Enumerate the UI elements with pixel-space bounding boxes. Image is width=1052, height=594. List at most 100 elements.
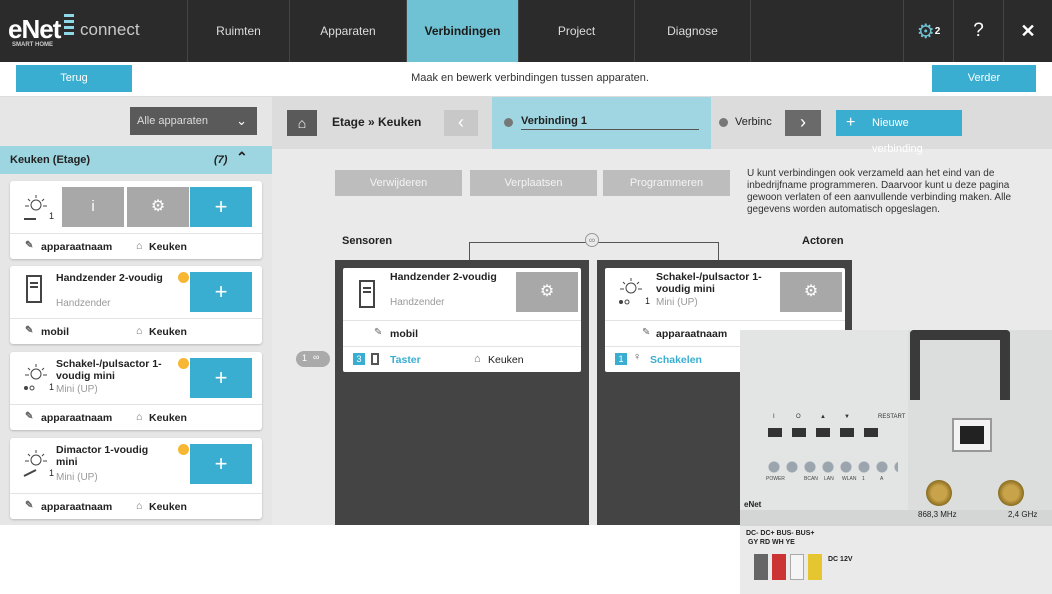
add-device-button[interactable]: + [190, 187, 252, 227]
button-label: ▼ [844, 414, 850, 420]
device-card[interactable]: 1 i ⚙ + ✎ apparaatnaam ⌂ Keuken [10, 181, 262, 259]
device-list-panel: Alle apparaten ⌄ Keuken (Etage) (7) ⌃ 1 … [0, 97, 272, 525]
home-icon: ⌂ [136, 411, 143, 423]
new-connection-button[interactable]: + Nieuwe verbinding [836, 110, 962, 155]
connection-name-input[interactable]: Verbinding 1 [521, 115, 699, 130]
plus-icon: + [214, 365, 228, 390]
chevron-left-icon: ‹ [458, 112, 464, 132]
led-label: 1 [862, 476, 865, 482]
sensor-name-row: ✎ mobil [343, 320, 581, 346]
sensor-column: Handzender 2-voudig Handzender ⚙ ✎ mobil… [335, 260, 589, 525]
led-label: LAN [824, 476, 834, 482]
tab-label: Verbinc [735, 116, 772, 128]
device-room: Keuken [149, 412, 187, 424]
button-down [840, 428, 854, 437]
home-button[interactable]: ⌂ [287, 110, 317, 136]
chevron-right-icon: › [800, 112, 806, 132]
device-handle [910, 330, 1010, 400]
sensor-function: Taster [390, 354, 421, 366]
device-filter-dropdown[interactable]: Alle apparaten ⌄ [130, 107, 257, 135]
program-button[interactable]: Programmeren [603, 170, 730, 196]
device-card[interactable]: 1 Dimactor 1-voudig mini Mini (UP) + ✎ a… [10, 438, 262, 519]
actor-subtitle: Mini (UP) [656, 297, 698, 308]
lamp-icon [619, 278, 642, 305]
group-header[interactable]: Keuken (Etage) (7) ⌃ [0, 146, 272, 174]
led-label: POWER [766, 476, 785, 482]
nav-apparaten[interactable]: Apparaten [289, 0, 406, 62]
nav-spacer [750, 0, 903, 62]
device-card[interactable]: Handzender 2-voudig Handzender + ✎ mobil… [10, 266, 262, 344]
nav-ruimten[interactable]: Ruimten [187, 0, 289, 62]
device-subtitle: Mini (UP) [56, 472, 98, 483]
next-button[interactable]: Verder [932, 65, 1036, 92]
actor-name: apparaatnaam [656, 328, 728, 340]
tag-icon: ✎ [374, 327, 383, 338]
device-name: apparaatnaam [41, 412, 113, 424]
channel-badge: 3 [353, 353, 365, 365]
add-device-button[interactable]: + [190, 444, 252, 484]
status-dot [178, 444, 189, 455]
status-dot-icon [719, 118, 728, 127]
next-connection-button[interactable]: › [785, 110, 821, 136]
led-labels: POWER BCAN LAN WLAN 1 A [766, 476, 916, 486]
button-i [768, 428, 782, 437]
dimmer-icon [23, 450, 47, 477]
nav-verbindingen[interactable]: Verbindingen [406, 0, 518, 62]
gear-icon: ⚙ [916, 20, 935, 43]
enet-logo: eNet connect SMART HOME [8, 10, 188, 52]
status-dot [178, 272, 189, 283]
group-title: Keuken (Etage) [10, 154, 91, 166]
add-device-button[interactable]: + [190, 358, 252, 398]
device-card[interactable]: 1 Schakel-/pulsactor 1-voudig mini Mini … [10, 352, 262, 430]
channel-badge: 1 [615, 353, 627, 365]
settings-button[interactable]: ⚙ 2 [903, 0, 953, 62]
prev-connection-button[interactable]: ‹ [444, 110, 478, 136]
new-connection-label: Nieuwe verbinding [872, 117, 923, 155]
actor-settings-button[interactable]: ⚙ [780, 272, 842, 312]
led-label: BCAN [804, 476, 818, 482]
device-name: apparaatnaam [41, 241, 113, 253]
link-count-badge[interactable]: 1 ∞ [296, 351, 330, 367]
led-label: A [880, 476, 884, 482]
info-button[interactable]: i [62, 187, 124, 227]
nav-project[interactable]: Project [518, 0, 634, 62]
channel-number: 1 [49, 382, 55, 392]
tab-verbinding-1[interactable]: Verbinding 1 [492, 97, 711, 149]
help-button[interactable]: ? [953, 0, 1003, 62]
gear-icon: ⚙ [803, 283, 819, 300]
nav-diagnose[interactable]: Diagnose [634, 0, 750, 62]
gear-icon: ⚙ [150, 198, 166, 215]
sensor-channel-row[interactable]: 3 Taster ⌂ Keuken [343, 346, 581, 372]
device-room: Keuken [149, 241, 187, 253]
back-button[interactable]: Terug [16, 65, 132, 92]
sensor-subtitle: Handzender [390, 297, 445, 308]
gear-icon: ⚙ [539, 283, 555, 300]
home-icon: ⌂ [297, 115, 307, 131]
tag-icon: ✎ [25, 411, 34, 422]
actors-heading: Actoren [802, 235, 844, 247]
delete-button[interactable]: Verwijderen [335, 170, 462, 196]
device-title: Dimactor 1-voudig mini [56, 444, 149, 468]
home-icon: ⌂ [136, 240, 143, 252]
device-name: apparaatnaam [41, 501, 113, 513]
link-count: 1 [302, 353, 308, 363]
connection-tab-bar: ⌂ Etage » Keuken ‹ Verbinding 1 Verbinc … [272, 97, 1052, 155]
tab-verbinding-2[interactable]: Verbinc [719, 110, 779, 136]
move-button[interactable]: Verplaatsen [470, 170, 597, 196]
home-icon: ⌂ [136, 500, 143, 512]
chevron-up-icon: ⌃ [236, 149, 248, 165]
add-device-button[interactable]: + [190, 272, 252, 312]
sensor-settings-button[interactable]: ⚙ [516, 272, 578, 312]
frequency-label-2: 2,4 GHz [1008, 510, 1038, 519]
sensor-card[interactable]: Handzender 2-voudig Handzender ⚙ ✎ mobil… [343, 268, 581, 372]
sensors-heading: Sensoren [342, 235, 393, 247]
tag-icon: ✎ [25, 240, 34, 251]
settings-button[interactable]: ⚙ [127, 187, 189, 227]
card-footer: ✎ mobil ⌂ Keuken [10, 318, 262, 344]
button-label: O [796, 414, 801, 420]
plus-icon: + [214, 279, 228, 304]
close-button[interactable]: ✕ [1003, 0, 1052, 62]
status-leds [768, 460, 898, 474]
terminal-labels: DC- DC+ BUS- BUS+ [746, 530, 815, 537]
logo-main: eNet [8, 14, 61, 44]
